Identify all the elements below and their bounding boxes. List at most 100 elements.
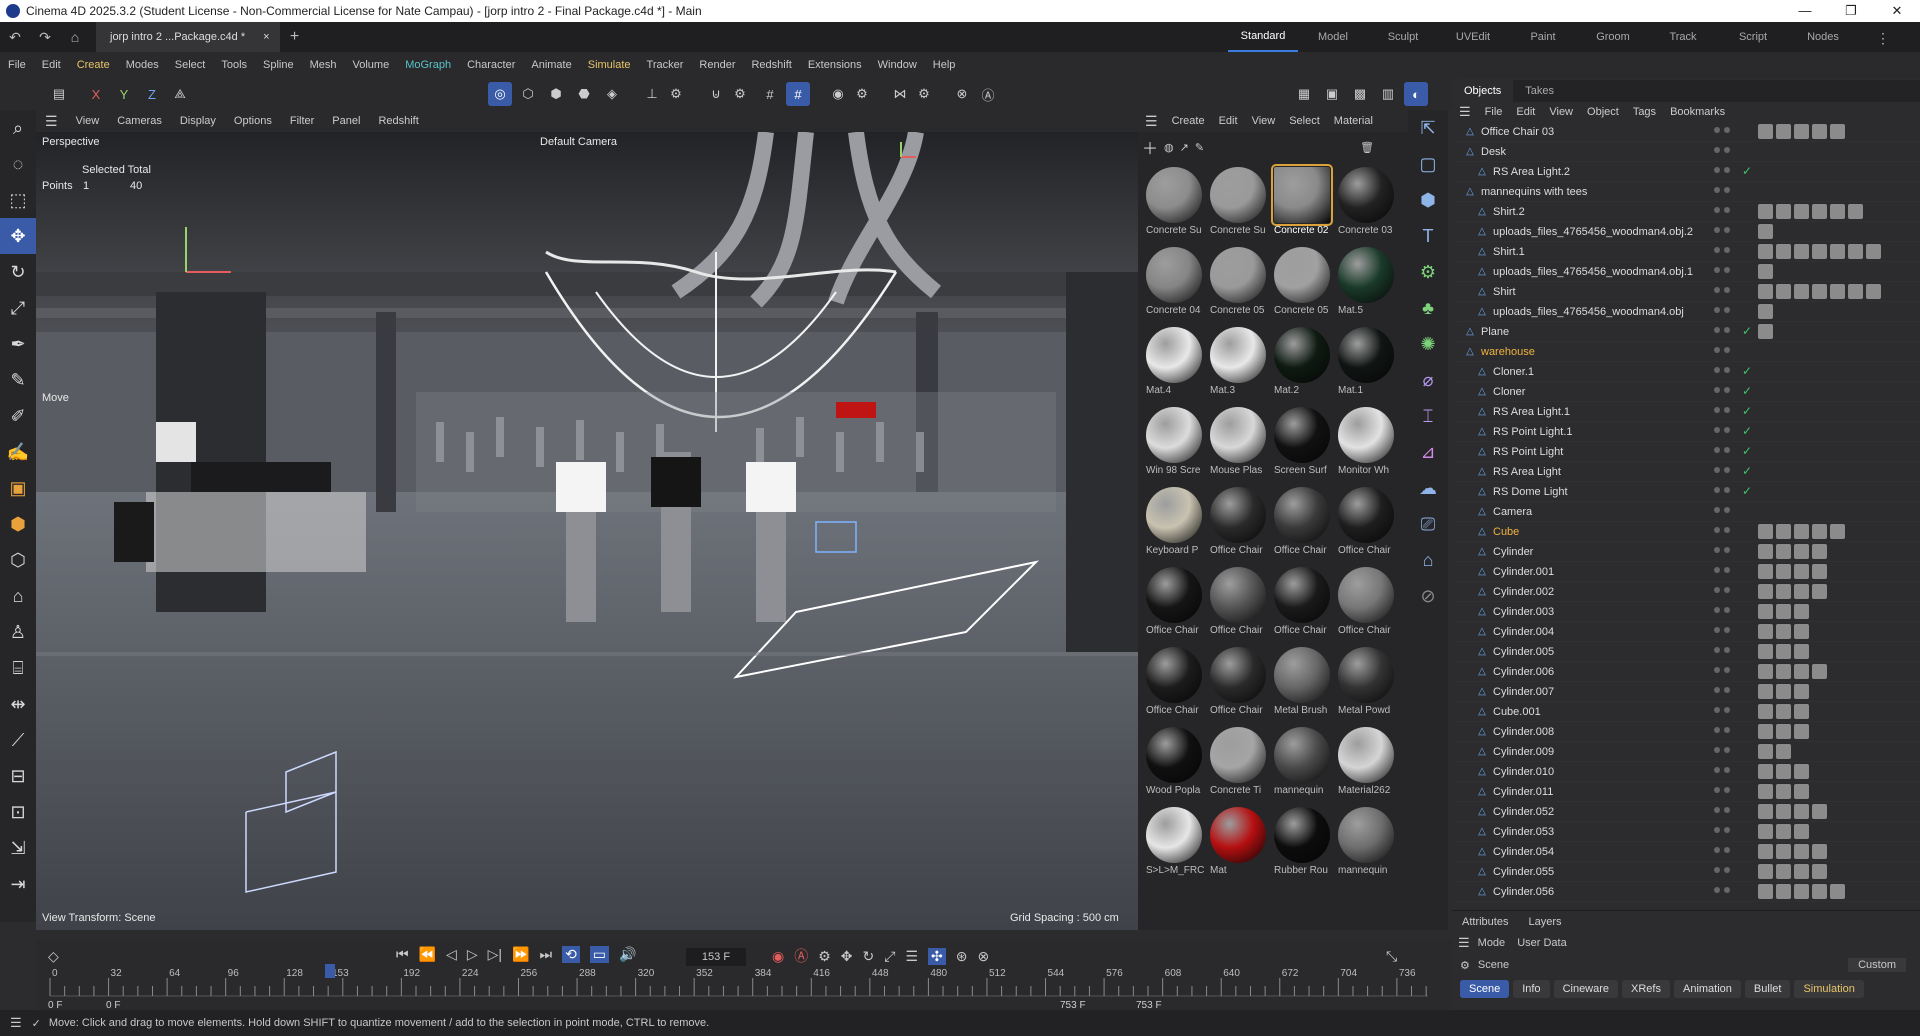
tag-icon[interactable] — [1794, 784, 1809, 799]
visibility-dots[interactable] — [1714, 427, 1744, 433]
render-visibility-dot[interactable] — [1724, 767, 1730, 773]
object-row[interactable]: △ RS Area Light.2 ✓ — [1452, 162, 1920, 182]
object-row[interactable]: △ Cylinder.052 — [1452, 802, 1920, 822]
object-row[interactable]: △ Plane ✓ — [1452, 322, 1920, 342]
tag-icon[interactable] — [1776, 204, 1791, 219]
object-row[interactable]: △ Cylinder.002 — [1452, 582, 1920, 602]
object-row[interactable]: △ Cloner ✓ — [1452, 382, 1920, 402]
layout-tab-uvedit[interactable]: UVEdit — [1438, 22, 1508, 52]
visibility-dots[interactable] — [1714, 307, 1744, 313]
editor-visibility-dot[interactable] — [1714, 887, 1720, 893]
status-menu-icon[interactable]: ☰ — [0, 1015, 32, 1031]
maximize-button[interactable]: ❐ — [1828, 0, 1874, 22]
tag-icon[interactable]: ⊘ — [1408, 578, 1448, 614]
layout-tab-groom[interactable]: Groom — [1578, 22, 1648, 52]
render-visibility-dot[interactable] — [1724, 587, 1730, 593]
render-visibility-dot[interactable] — [1724, 407, 1730, 413]
tag-icon[interactable] — [1794, 584, 1809, 599]
material-swatch[interactable]: Office Chair — [1270, 484, 1334, 564]
mirror-icon[interactable]: ⇹ — [0, 686, 36, 722]
enabled-check-icon[interactable]: ✓ — [1742, 464, 1752, 478]
attr-button-cineware[interactable]: Cineware — [1553, 980, 1619, 998]
tag-icon[interactable] — [1776, 124, 1791, 139]
tag-icon[interactable] — [1776, 644, 1791, 659]
visibility-dots[interactable] — [1714, 347, 1744, 353]
render-visibility-dot[interactable] — [1724, 367, 1730, 373]
render-visibility-dot[interactable] — [1724, 147, 1730, 153]
tag-icon[interactable] — [1848, 284, 1863, 299]
tag-icon[interactable] — [1794, 864, 1809, 879]
visibility-dots[interactable] — [1714, 847, 1744, 853]
viewport-menu-cameras[interactable]: Cameras — [108, 115, 171, 127]
tab-takes[interactable]: Takes — [1513, 80, 1566, 102]
editor-visibility-dot[interactable] — [1714, 467, 1720, 473]
tag-icon[interactable] — [1776, 844, 1791, 859]
menu-create[interactable]: Create — [69, 59, 118, 71]
tag-icon[interactable] — [1794, 704, 1809, 719]
material-swatch[interactable]: Metal Powd — [1334, 644, 1398, 724]
tag-icon[interactable] — [1758, 324, 1773, 339]
visibility-dots[interactable] — [1714, 767, 1744, 773]
object-row[interactable]: △ RS Area Light.1 ✓ — [1452, 402, 1920, 422]
editor-visibility-dot[interactable] — [1714, 547, 1720, 553]
viewport-menu-redshift[interactable]: Redshift — [369, 115, 427, 127]
visibility-dots[interactable] — [1714, 887, 1744, 893]
editor-visibility-dot[interactable] — [1714, 247, 1720, 253]
material-menu-view[interactable]: View — [1245, 115, 1283, 127]
home-icon[interactable]: ⌂ — [60, 29, 90, 45]
close-window-button[interactable]: ✕ — [1874, 0, 1920, 22]
visibility-dots[interactable] — [1714, 507, 1744, 513]
tag-icon[interactable] — [1812, 664, 1827, 679]
uv-mode-icon[interactable]: ◈ — [600, 82, 624, 106]
editor-visibility-dot[interactable] — [1714, 187, 1720, 193]
visibility-dots[interactable] — [1714, 687, 1744, 693]
cube-icon[interactable]: ⬢ — [1408, 182, 1448, 218]
material-swatch[interactable]: Office Chair — [1206, 484, 1270, 564]
render-visibility-dot[interactable] — [1724, 327, 1730, 333]
tag-icon[interactable] — [1776, 684, 1791, 699]
object-row[interactable]: △ uploads_files_4765456_woodman4.obj — [1452, 302, 1920, 322]
render-visibility-dot[interactable] — [1724, 267, 1730, 273]
tag-icon[interactable] — [1776, 704, 1791, 719]
tag-icon[interactable] — [1794, 664, 1809, 679]
editor-visibility-dot[interactable] — [1714, 567, 1720, 573]
material-swatch[interactable]: Mat.3 — [1206, 324, 1270, 404]
object-row[interactable]: △ Cloner.1 ✓ — [1452, 362, 1920, 382]
menu-extensions[interactable]: Extensions — [800, 59, 870, 71]
attr-button-scene[interactable]: Scene — [1460, 980, 1510, 998]
tag-icon[interactable] — [1758, 724, 1773, 739]
visibility-dots[interactable] — [1714, 267, 1744, 273]
render-visibility-dot[interactable] — [1724, 507, 1730, 513]
editor-visibility-dot[interactable] — [1714, 687, 1720, 693]
render-queue-icon[interactable]: ▥ — [1376, 82, 1400, 106]
editor-visibility-dot[interactable] — [1714, 487, 1720, 493]
layout-tab-script[interactable]: Script — [1718, 22, 1788, 52]
object-menu-object[interactable]: Object — [1580, 106, 1626, 118]
box-selection-icon[interactable]: ⬚ — [0, 182, 36, 218]
object-row[interactable]: △ RS Area Light ✓ — [1452, 462, 1920, 482]
render-view-icon[interactable]: ▣ — [1320, 82, 1344, 106]
tag-icon[interactable] — [1776, 784, 1791, 799]
object-row[interactable]: △ RS Dome Light ✓ — [1452, 482, 1920, 502]
editor-visibility-dot[interactable] — [1714, 647, 1720, 653]
material-swatch[interactable]: Concrete Ti — [1206, 724, 1270, 804]
asset-icon[interactable]: Ⓐ — [976, 82, 1000, 106]
object-row[interactable]: △ Cylinder.004 — [1452, 622, 1920, 642]
visibility-dots[interactable] — [1714, 827, 1744, 833]
tag-icon[interactable] — [1866, 284, 1881, 299]
object-row[interactable]: △ Cylinder.001 — [1452, 562, 1920, 582]
menu-animate[interactable]: Animate — [523, 59, 579, 71]
close-tab-button[interactable]: × — [263, 31, 269, 43]
material-swatch[interactable]: Office Chair — [1334, 564, 1398, 644]
render-visibility-dot[interactable] — [1724, 307, 1730, 313]
visibility-dots[interactable] — [1714, 807, 1744, 813]
material-swatch[interactable]: Mat.1 — [1334, 324, 1398, 404]
render-visibility-dot[interactable] — [1724, 167, 1730, 173]
axis-mode-icon[interactable]: ⊥ — [640, 82, 664, 106]
redshift-ipr-icon[interactable]: ◐ — [1404, 82, 1428, 106]
y-axis-button[interactable]: Y — [112, 82, 136, 106]
editor-visibility-dot[interactable] — [1714, 727, 1720, 733]
snap-tool-icon[interactable]: ⊡ — [0, 794, 36, 830]
visibility-dots[interactable] — [1714, 647, 1744, 653]
editor-visibility-dot[interactable] — [1714, 267, 1720, 273]
